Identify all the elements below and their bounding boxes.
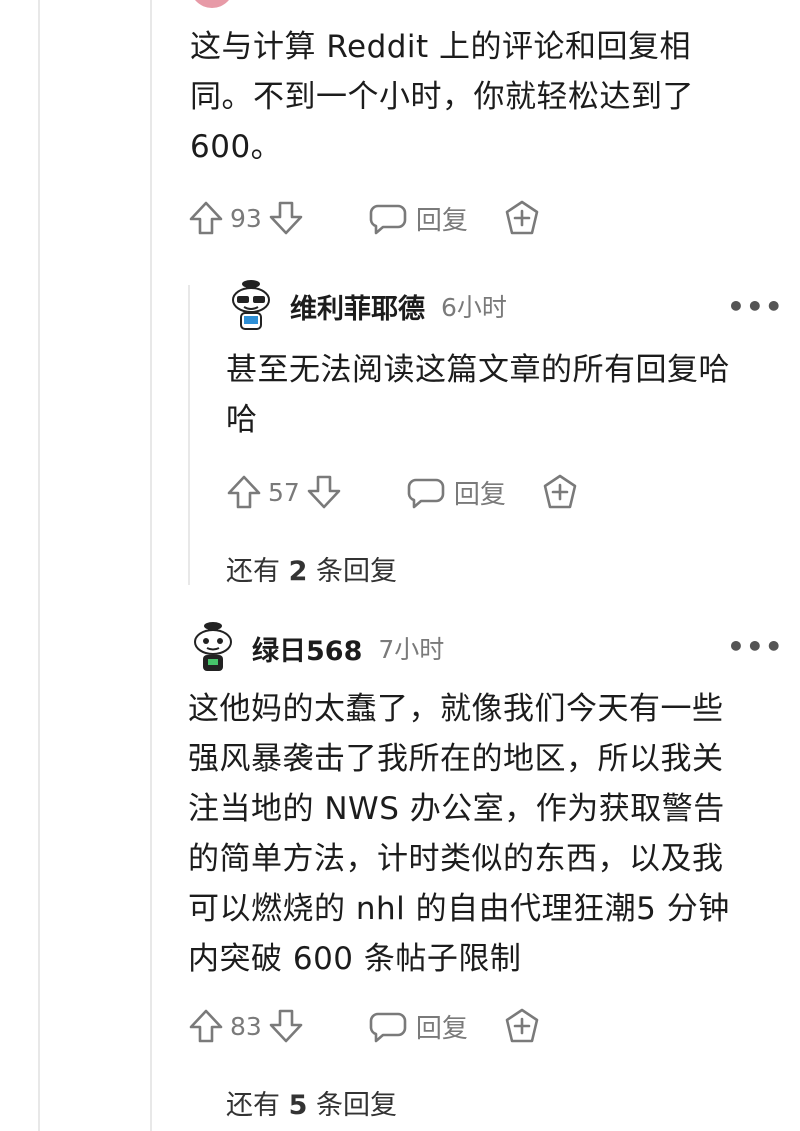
vote-count: 57 — [268, 477, 300, 507]
upvote-arrow-icon[interactable] — [186, 1006, 226, 1046]
reply-label: 回复 — [415, 205, 468, 236]
more-options-icon[interactable]: ••• — [727, 290, 784, 323]
downvote-arrow-icon[interactable] — [266, 198, 306, 238]
downvote-arrow-icon[interactable] — [304, 472, 344, 512]
more-replies-count: 2 — [288, 556, 308, 587]
more-options-icon[interactable]: ••• — [727, 630, 784, 663]
vote-count: 93 — [230, 203, 262, 233]
thread-line-outer — [38, 0, 40, 1131]
timestamp: 7小时 — [378, 635, 445, 664]
more-replies-link[interactable]: 还有 2 条回复 — [226, 549, 397, 588]
more-replies-count: 5 — [288, 1090, 308, 1121]
reply-label: 回复 — [453, 479, 506, 510]
speech-bubble-icon — [368, 1006, 408, 1046]
comment-header: 维利菲耶德 6小时 — [226, 278, 507, 334]
more-replies-suffix: 条回复 — [307, 1090, 397, 1121]
more-replies-suffix: 条回复 — [307, 556, 397, 587]
vote-count: 83 — [230, 1011, 262, 1041]
speech-bubble-icon — [406, 472, 446, 512]
upvote-arrow-icon[interactable] — [186, 198, 226, 238]
more-replies-link[interactable]: 还有 5 条回复 — [226, 1083, 397, 1122]
comment-body: 甚至无法阅读这篇文章的所有回复哈 哈 — [226, 352, 730, 438]
comment-body: 这他妈的太蠢了，就像我们今天有一些 强风暴袭击了我所在的地区，所以我关 注当地的… — [188, 691, 730, 977]
reply-button[interactable]: 回复 — [368, 1006, 468, 1046]
comment-actions: 83 回复 — [186, 1004, 542, 1048]
more-replies-prefix: 还有 — [226, 556, 289, 587]
thread-line-parent — [150, 0, 152, 1131]
speech-bubble-icon — [368, 198, 408, 238]
timestamp: 6小时 — [441, 293, 507, 322]
upvote-arrow-icon[interactable] — [224, 472, 264, 512]
comment-body: 这与计算 Reddit 上的评论和回复相 同。不到一个小时，你就轻松达到了 60… — [190, 29, 694, 165]
award-plus-icon[interactable] — [540, 472, 580, 512]
comment-header: 绿日568 7小时 — [188, 620, 444, 676]
comment-actions: 93 回复 — [186, 196, 542, 240]
thread-line-reply — [188, 285, 190, 585]
username[interactable]: 绿日568 — [252, 629, 362, 668]
avatar[interactable] — [190, 0, 234, 8]
reply-button[interactable]: 回复 — [368, 198, 468, 238]
award-plus-icon[interactable] — [502, 1006, 542, 1046]
snoo-avatar-icon[interactable] — [188, 620, 238, 676]
reply-button[interactable]: 回复 — [406, 472, 506, 512]
more-replies-prefix: 还有 — [226, 1090, 289, 1121]
comment-actions: 57 回复 — [224, 470, 580, 514]
username[interactable]: 维利菲耶德 — [290, 287, 425, 326]
snoo-avatar-icon[interactable] — [226, 278, 276, 334]
reply-label: 回复 — [415, 1013, 468, 1044]
downvote-arrow-icon[interactable] — [266, 1006, 306, 1046]
award-plus-icon[interactable] — [502, 198, 542, 238]
